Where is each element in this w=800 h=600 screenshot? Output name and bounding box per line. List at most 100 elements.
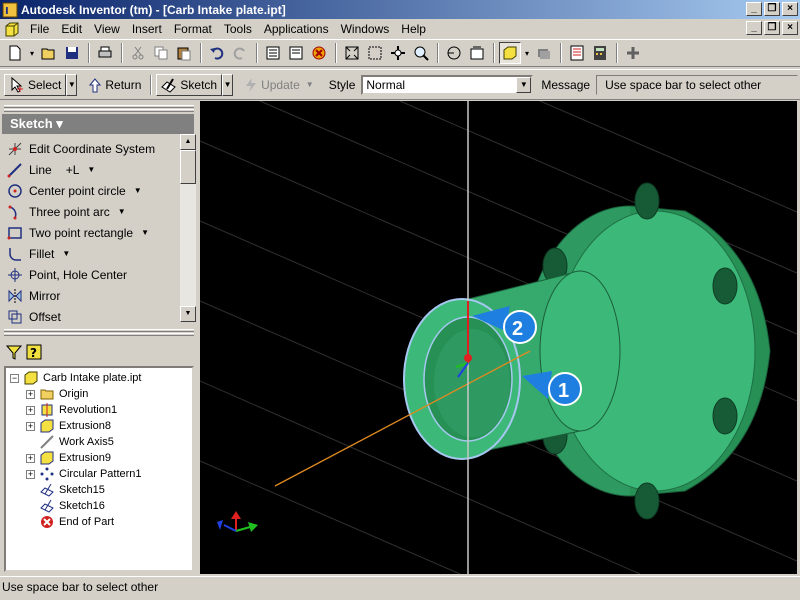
panel-grip[interactable] bbox=[4, 329, 194, 332]
graphics-viewport[interactable]: 2 1 bbox=[200, 101, 797, 574]
close-button[interactable]: × bbox=[782, 2, 798, 16]
print-icon[interactable] bbox=[94, 42, 116, 64]
tree-item-end-of-part[interactable]: End of Part bbox=[39, 514, 114, 530]
tool-offset[interactable]: Offset bbox=[2, 306, 178, 327]
expand-icon[interactable]: + bbox=[26, 453, 35, 463]
zoom-window-icon[interactable] bbox=[364, 42, 386, 64]
panel-grip[interactable] bbox=[4, 333, 194, 336]
toolbar-separator bbox=[437, 43, 439, 63]
tree-item-work-axis5[interactable]: Work Axis5 bbox=[39, 434, 114, 450]
menu-view[interactable]: View bbox=[88, 20, 126, 38]
menu-windows[interactable]: Windows bbox=[335, 20, 396, 38]
tree-item-revolution1[interactable]: + Revolution1 bbox=[26, 402, 117, 418]
expand-icon[interactable]: + bbox=[26, 469, 35, 479]
cut-icon[interactable] bbox=[127, 42, 149, 64]
select-button[interactable]: Select bbox=[4, 73, 67, 96]
tool-label: Point, Hole Center bbox=[29, 267, 128, 282]
tree-item-circular-pattern1[interactable]: + Circular Pattern1 bbox=[26, 466, 142, 482]
circle-icon bbox=[6, 183, 24, 199]
filter-icon[interactable] bbox=[5, 344, 23, 363]
undo-icon[interactable] bbox=[206, 42, 228, 64]
chevron-down-icon[interactable]: ▼ bbox=[141, 228, 149, 237]
tree-item-label: Revolution1 bbox=[59, 404, 118, 416]
menu-file[interactable]: File bbox=[24, 20, 55, 38]
update-button[interactable]: Update ▼ bbox=[239, 74, 319, 96]
chevron-down-icon[interactable]: ▼ bbox=[118, 207, 126, 216]
expand-icon[interactable]: + bbox=[26, 405, 35, 415]
tree-item-extrusion8[interactable]: + Extrusion8 bbox=[26, 418, 111, 434]
menu-help[interactable]: Help bbox=[395, 20, 432, 38]
open-folder-icon[interactable] bbox=[38, 42, 60, 64]
doc-restore-button[interactable]: ❐ bbox=[764, 21, 780, 35]
select-dropdown-icon[interactable]: ▼ bbox=[66, 73, 78, 96]
panel-grip[interactable] bbox=[4, 105, 194, 108]
save-icon[interactable] bbox=[61, 42, 83, 64]
style-dropdown-icon[interactable]: ▼ bbox=[516, 76, 532, 93]
chevron-down-icon[interactable]: ▼ bbox=[87, 165, 95, 174]
tree-item-origin[interactable]: + Origin bbox=[26, 386, 88, 402]
menu-format[interactable]: Format bbox=[168, 20, 218, 38]
doc-minimize-button[interactable]: _ bbox=[746, 21, 762, 35]
chevron-down-icon[interactable]: ▼ bbox=[62, 249, 70, 258]
menu-edit[interactable]: Edit bbox=[55, 20, 88, 38]
look-at-icon[interactable] bbox=[466, 42, 488, 64]
callout-1: 1 bbox=[558, 380, 569, 402]
tree-root[interactable]: − Carb Intake plate.ipt bbox=[10, 370, 141, 386]
tool-center-point-circle[interactable]: Center point circle ▼ bbox=[2, 180, 178, 201]
calculator-icon[interactable] bbox=[589, 42, 611, 64]
tree-item-sketch16[interactable]: Sketch16 bbox=[39, 498, 105, 514]
menu-tools[interactable]: Tools bbox=[218, 20, 258, 38]
inventor-app-icon[interactable]: I bbox=[2, 2, 18, 18]
tool-edit-coordinate-system[interactable]: Edit Coordinate System bbox=[2, 138, 178, 159]
restore-button[interactable]: ❐ bbox=[764, 2, 780, 16]
sketch-button[interactable]: Sketch bbox=[156, 73, 223, 96]
scroll-down-icon[interactable]: ▼ bbox=[180, 306, 196, 322]
pan-icon[interactable] bbox=[387, 42, 409, 64]
zoom-icon[interactable] bbox=[410, 42, 432, 64]
tree-item-extrusion9[interactable]: + Extrusion9 bbox=[26, 450, 111, 466]
tree-item-sketch15[interactable]: Sketch15 bbox=[39, 482, 105, 498]
point-icon bbox=[6, 267, 24, 283]
scroll-thumb[interactable] bbox=[180, 150, 196, 184]
menu-insert[interactable]: Insert bbox=[126, 20, 168, 38]
tool-mirror[interactable]: Mirror bbox=[2, 285, 178, 306]
zoom-all-icon[interactable] bbox=[341, 42, 363, 64]
tool-three-point-arc[interactable]: Three point arc ▼ bbox=[2, 201, 178, 222]
expand-icon[interactable]: + bbox=[26, 421, 35, 431]
tool-line[interactable]: Line +L ▼ bbox=[2, 159, 178, 180]
panel-grip[interactable] bbox=[4, 109, 194, 112]
rotate-icon[interactable] bbox=[443, 42, 465, 64]
model-canvas[interactable]: 2 1 bbox=[200, 101, 797, 574]
menu-applications[interactable]: Applications bbox=[258, 20, 335, 38]
add-icon[interactable] bbox=[622, 42, 644, 64]
style-select[interactable]: Normal ▼ bbox=[361, 74, 534, 95]
copy-icon[interactable] bbox=[150, 42, 172, 64]
list-icon[interactable] bbox=[262, 42, 284, 64]
sketch-panel-header[interactable]: Sketch ▾ bbox=[2, 114, 194, 134]
shaded-display-icon[interactable] bbox=[499, 42, 521, 64]
tool-fillet[interactable]: Fillet ▼ bbox=[2, 243, 178, 264]
return-button[interactable]: Return bbox=[83, 74, 146, 96]
collapse-icon[interactable]: − bbox=[10, 373, 19, 383]
expand-icon[interactable]: + bbox=[26, 389, 35, 399]
sketch-dropdown-icon[interactable]: ▼ bbox=[222, 73, 234, 96]
new-dropdown-icon[interactable]: ▾ bbox=[27, 42, 37, 64]
tool-point-hole-center[interactable]: Point, Hole Center bbox=[2, 264, 178, 285]
paste-icon[interactable] bbox=[173, 42, 195, 64]
display-dropdown-icon[interactable]: ▾ bbox=[522, 42, 532, 64]
properties-icon[interactable] bbox=[566, 42, 588, 64]
chevron-down-icon[interactable]: ▼ bbox=[134, 186, 142, 195]
redo-icon[interactable] bbox=[229, 42, 251, 64]
sketch-panel-scrollbar[interactable]: ▲ ▼ bbox=[180, 134, 196, 322]
select-filter-icon[interactable] bbox=[308, 42, 330, 64]
new-file-icon[interactable] bbox=[4, 42, 26, 64]
tool-two-point-rectangle[interactable]: Two point rectangle ▼ bbox=[2, 222, 178, 243]
document-icon[interactable] bbox=[4, 21, 20, 37]
select-label: Select bbox=[28, 77, 62, 92]
shadow-icon[interactable] bbox=[533, 42, 555, 64]
doc-close-button[interactable]: × bbox=[782, 21, 798, 35]
minimize-button[interactable]: _ bbox=[746, 2, 762, 16]
help-icon[interactable]: ? bbox=[26, 344, 42, 363]
update-all-icon[interactable] bbox=[285, 42, 307, 64]
scroll-up-icon[interactable]: ▲ bbox=[180, 134, 196, 150]
